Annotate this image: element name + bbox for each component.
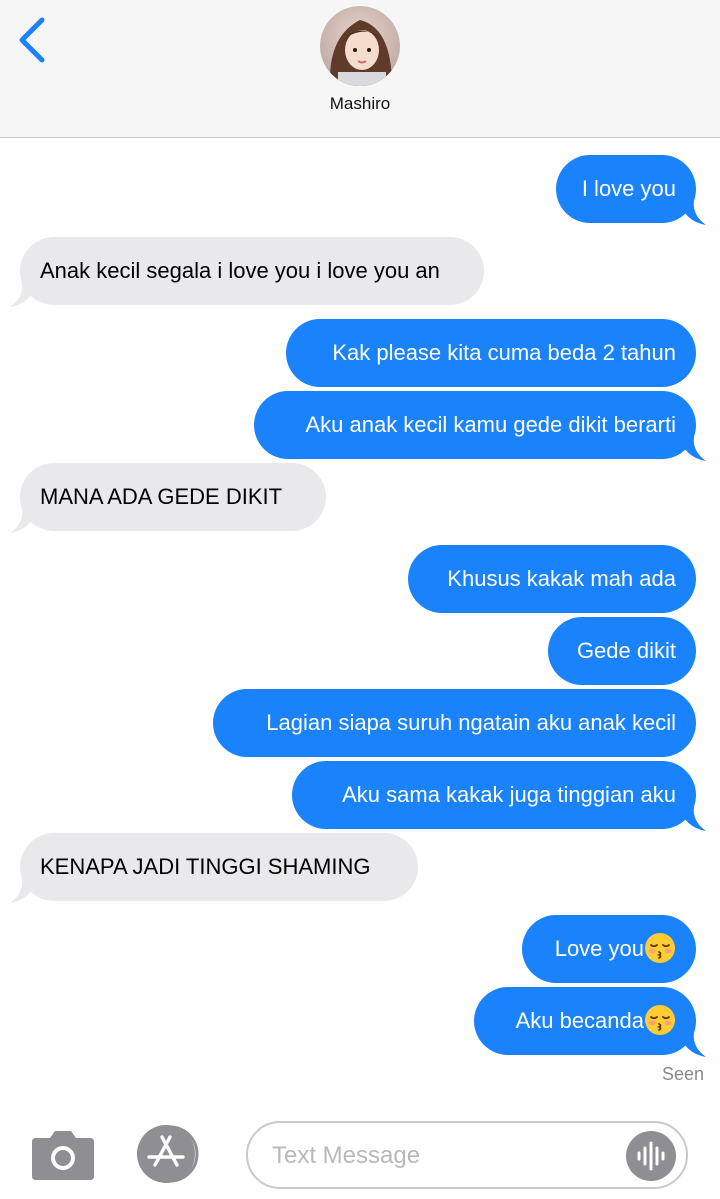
sent-message[interactable]: Lagian siapa suruh ngatain aku anak keci… [213,689,696,757]
message-text: Aku becanda [515,1008,644,1033]
received-message[interactable]: MANA ADA GEDE DIKIT [10,463,326,533]
message-text: KENAPA JADI TINGGI SHAMING [40,854,371,879]
sent-message[interactable]: Aku anak kecil kamu gede dikit berarti [254,391,706,461]
message-text: Khusus kakak mah ada [447,566,676,591]
sent-message[interactable]: Khusus kakak mah ada [408,545,696,613]
waveform-icon [637,1141,665,1171]
bubble-tail [10,509,36,533]
message-text: Gede dikit [576,638,676,663]
bubble-tail [10,879,36,903]
message-text: MANA ADA GEDE DIKIT [40,484,283,509]
sent-message[interactable]: Aku becanda [474,987,706,1057]
message-input-field[interactable] [246,1121,688,1189]
sent-message[interactable]: Kak please kita cuma beda 2 tahun [286,319,696,387]
contact-name[interactable]: Mashiro [0,94,720,114]
bubble-tail [680,1033,706,1057]
camera-button[interactable] [30,1128,96,1182]
sent-message[interactable]: Gede dikit [548,617,696,685]
bubble-tail [680,807,706,831]
camera-icon [32,1131,94,1180]
message-input[interactable] [272,1137,612,1175]
sent-message[interactable]: I love you [556,155,706,225]
sent-message[interactable]: Love you [522,915,696,983]
bubble-tail [680,437,706,461]
message-text: Love you [554,936,644,961]
message-text: Kak please kita cuma beda 2 tahun [332,340,676,365]
app-store-button[interactable] [134,1124,208,1184]
kissing-face-emoji-icon [645,933,675,964]
audio-message-button[interactable] [626,1131,676,1181]
message-text: Aku anak kecil kamu gede dikit berarti [305,412,676,437]
contact-avatar[interactable] [320,6,400,86]
chevron-left-icon [19,17,45,63]
received-message[interactable]: Anak kecil segala i love you i love you … [10,237,484,307]
message-text: Anak kecil segala i love you i love you … [40,258,440,283]
message-text: I love you [581,176,676,201]
bubble-tail [10,283,36,307]
conversation-header: Mashiro [0,0,720,138]
back-button[interactable] [14,16,54,64]
message-text: Lagian siapa suruh ngatain aku anak keci… [266,710,676,735]
sent-message[interactable]: Aku sama kakak juga tinggian aku [292,761,706,831]
kissing-face-emoji-icon [645,1005,675,1036]
seen-status: Seen [661,1064,704,1084]
message-text: Aku sama kakak juga tinggian aku [342,782,676,807]
bubble-tail [680,201,706,225]
received-message[interactable]: KENAPA JADI TINGGI SHAMING [10,833,418,903]
app-store-icon [137,1125,199,1183]
